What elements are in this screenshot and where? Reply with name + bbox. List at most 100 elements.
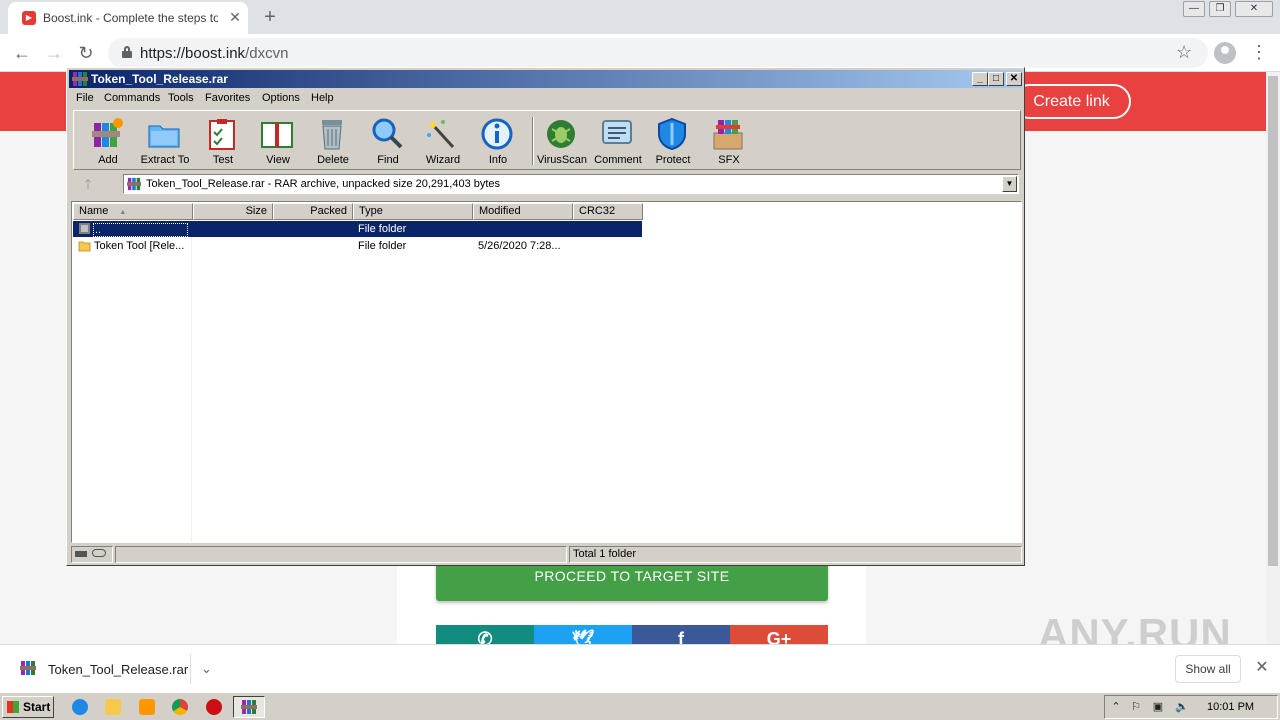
parent-folder-icon [79,223,90,234]
winrar-close-button[interactable]: ✕ [1006,72,1022,86]
forward-button[interactable]: → [42,41,66,65]
tool-sfx-button[interactable]: SFX [699,115,759,167]
archive-path-combobox[interactable]: Token_Tool_Release.rar - RAR archive, un… [123,174,1019,194]
menu-help[interactable]: Help [311,92,334,104]
start-button[interactable]: Start [2,696,54,718]
menu-options[interactable]: Options [262,92,300,104]
url-text[interactable]: https://boost.ink/dxcvn [140,45,288,62]
test-clipboard-icon [209,119,235,150]
tool-virusscan-button[interactable]: VirusScan [532,115,592,167]
whatsapp-share-button[interactable]: ✆ [436,625,534,644]
explorer-folder-icon[interactable] [105,699,121,715]
show-hidden-icons-icon[interactable]: ⌃ [1109,700,1123,714]
whatsapp-icon: ✆ [477,629,493,644]
opera-icon[interactable] [206,699,222,715]
winrar-taskbar-icon [241,700,257,714]
page-scroll-thumb[interactable] [1268,76,1278,566]
rar-archive-icon [127,177,141,191]
page-scrollbar[interactable] [1266,72,1280,644]
new-tab-button[interactable]: + [258,5,282,29]
tool-info-button[interactable]: Info [468,115,528,167]
column-header-name[interactable]: Name ▲ [73,203,193,220]
tool-extract-to-button[interactable]: Extract To [135,115,195,167]
bookmark-star-icon[interactable]: ☆ [1176,42,1192,63]
status-total: Total 1 folder [569,546,1022,563]
back-button[interactable]: ← [10,41,34,65]
column-header-packed[interactable]: Packed [273,203,353,220]
taskbar-winrar-button[interactable] [233,696,265,718]
file-list[interactable]: Name ▲ Size Packed Type Modified CRC32 .… [71,201,1022,543]
combobox-dropdown-icon[interactable]: ▼ [1002,176,1017,192]
browser-tab[interactable]: ▶ Boost.ink - Complete the steps to proc… [8,2,248,34]
minimize-window-button[interactable]: — [1183,1,1205,17]
column-header-type[interactable]: Type [353,203,473,220]
winrar-menubar: File Commands Tools Favorites Options He… [69,89,1022,109]
file-row-parent[interactable]: .. File folder [73,221,642,237]
menu-commands[interactable]: Commands [104,92,160,104]
winrar-minimize-button[interactable]: _ [972,72,988,86]
column-header-modified[interactable]: Modified [473,203,573,220]
menu-tools[interactable]: Tools [168,92,194,104]
action-center-flag-icon[interactable]: ⚐ [1129,700,1143,714]
browser-menu-icon[interactable]: ⋮ [1250,42,1268,64]
tab-title: Boost.ink - Complete the steps to procee… [43,11,218,25]
tool-delete-button[interactable]: Delete [303,115,363,167]
profile-avatar-icon[interactable] [1214,42,1236,64]
file-row-token-tool[interactable]: Token Tool [Rele... File folder 5/26/202… [73,238,642,254]
menu-favorites[interactable]: Favorites [205,92,250,104]
column-header-crc32[interactable]: CRC32 [573,203,643,220]
tool-comment-button[interactable]: Comment [588,115,648,167]
show-all-downloads-button[interactable]: Show all [1175,655,1241,683]
tool-view-button[interactable]: View [248,115,308,167]
taskbar-clock[interactable]: 10:01 PM [1207,701,1254,713]
download-options-chevron-icon[interactable]: ⌄ [190,654,222,684]
network-icon[interactable]: ▣ [1151,700,1165,714]
winrar-path-bar: 🡑 Token_Tool_Release.rar - RAR archive, … [73,173,1021,195]
boost-favicon-icon: ▶ [22,11,36,25]
menu-file[interactable]: File [76,92,94,104]
sort-ascending-icon: ▲ [119,209,127,216]
winrar-maximize-button[interactable]: □ [988,72,1004,86]
volume-icon[interactable]: 🔈 [1175,700,1189,714]
windows-taskbar: Start ⌃ ⚐ ▣ 🔈 10:01 PM [0,692,1280,720]
tool-add-button[interactable]: Add [78,115,138,167]
comment-icon [602,120,632,144]
create-link-button[interactable]: Create link [1012,84,1131,119]
address-bar[interactable]: https://boost.ink/dxcvn ☆ [108,38,1208,68]
facebook-share-button[interactable]: f [632,625,730,644]
close-window-button[interactable]: ✕ [1235,1,1273,17]
column-header-size[interactable]: Size [193,203,273,220]
close-shelf-icon[interactable]: ✕ [1251,657,1273,679]
google-plus-share-button[interactable]: G+ [730,625,828,644]
download-file-name[interactable]: Token_Tool_Release.rar [48,662,188,677]
winrar-titlebar[interactable]: Token_Tool_Release.rar _ □ ✕ [69,70,1022,88]
system-tray: ⌃ ⚐ ▣ 🔈 10:01 PM [1104,695,1278,719]
twitter-icon: 🕊 [571,629,595,644]
tab-close-icon[interactable]: ✕ [226,8,244,26]
view-book-icon [261,122,293,148]
media-player-icon[interactable] [139,699,155,715]
protect-shield-icon [658,117,686,151]
tool-wizard-button[interactable]: Wizard [413,115,473,167]
tool-protect-button[interactable]: Protect [643,115,703,167]
folder-icon [78,241,91,252]
winrar-toolbar: Add Extract To Test View Delete Find Wiz… [73,110,1021,170]
twitter-share-button[interactable]: 🕊 [534,625,632,644]
tool-test-button[interactable]: Test [193,115,253,167]
archive-path-text: Token_Tool_Release.rar - RAR archive, un… [146,178,501,190]
proceed-to-target-button[interactable]: PROCEED TO TARGET SITE [436,562,828,601]
file-row-type: File folder [358,223,407,235]
lock-icon [122,46,132,58]
up-folder-button[interactable]: 🡑 [77,175,99,193]
restore-window-button[interactable]: ❐ [1209,1,1231,17]
internet-explorer-icon[interactable] [72,699,88,715]
name-column-area [73,220,192,542]
rar-file-icon [20,661,36,675]
status-selection-pane [115,546,567,563]
browser-tab-strip: ▶ Boost.ink - Complete the steps to proc… [0,0,1280,34]
tool-find-button[interactable]: Find [358,115,418,167]
drive-icon [75,551,87,557]
reload-button[interactable]: ↻ [74,41,98,65]
virusscan-bug-icon [547,120,575,148]
chrome-icon[interactable] [172,699,188,715]
